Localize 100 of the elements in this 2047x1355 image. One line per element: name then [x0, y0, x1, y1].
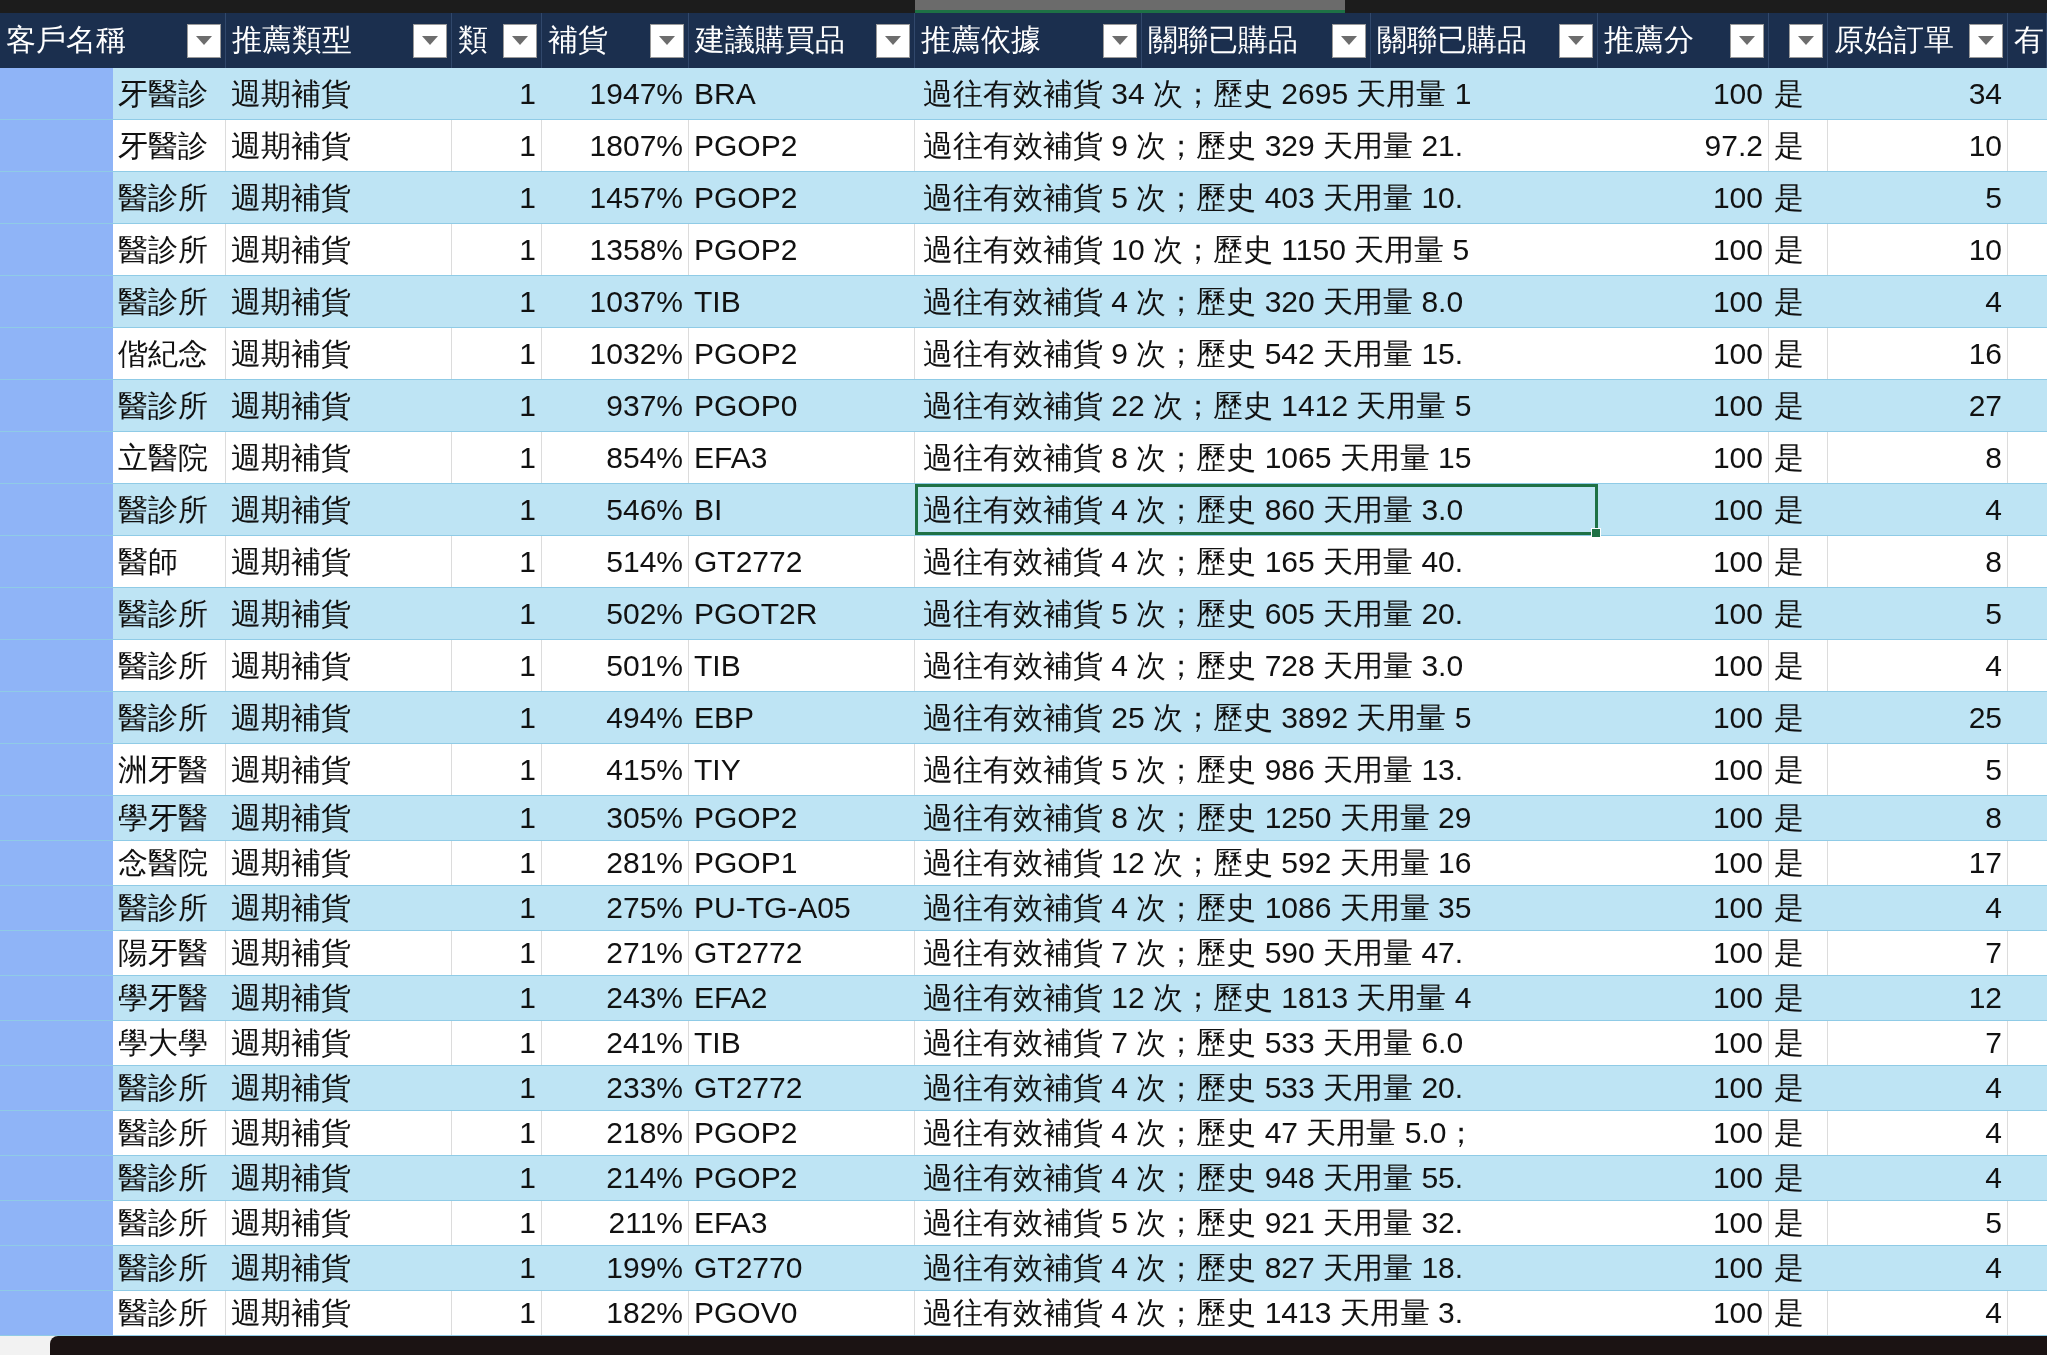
product-code: PGOP2 — [694, 338, 798, 369]
replenish-ratio: 415% — [606, 754, 683, 785]
basis-cell[interactable]: 過往有效補貨 34 次；歷史 2695 天用量 1 — [915, 68, 1598, 119]
column-header: 客戶名稱 — [6, 22, 126, 58]
basis-cell[interactable]: 過往有效補貨 4 次；歷史 860 天用量 3.0 — [915, 484, 1598, 535]
filter-button[interactable] — [503, 24, 537, 58]
score-cell: 100 — [1712, 650, 1763, 681]
recommendation-type: 週期補貨 — [231, 390, 351, 421]
product-code: TIB — [694, 1028, 741, 1058]
basis-cell[interactable]: 過往有效補貨 4 次；歷史 47 天用量 5.0； — [915, 1111, 1598, 1155]
basis-cell[interactable]: 過往有效補貨 4 次；歷史 728 天用量 3.0 — [915, 640, 1598, 691]
flag-cell: 是 — [1774, 182, 1804, 213]
filter-button[interactable] — [187, 24, 221, 58]
replenish-ratio: 199% — [606, 1253, 683, 1283]
filter-button[interactable] — [1559, 24, 1593, 58]
order-count: 8 — [1985, 803, 2002, 833]
basis-cell[interactable]: 過往有效補貨 12 次；歷史 592 天用量 16 — [915, 841, 1598, 885]
order-count: 7 — [1985, 1028, 2002, 1058]
score-cell: 100 — [1712, 1028, 1763, 1058]
recommendation-type: 週期補貨 — [231, 442, 351, 473]
filter-button[interactable] — [650, 24, 684, 58]
filter-button[interactable] — [1730, 24, 1764, 58]
order-count: 34 — [1968, 78, 2002, 109]
category-cell: 1 — [519, 546, 536, 577]
recommendation-type: 週期補貨 — [231, 1298, 351, 1328]
basis-cell[interactable]: 過往有效補貨 5 次；歷史 605 天用量 20. — [915, 588, 1598, 639]
order-count: 4 — [1985, 1298, 2002, 1328]
customer-name: 醫師 — [118, 546, 178, 577]
basis-cell[interactable]: 過往有效補貨 10 次；歷史 1150 天用量 5 — [915, 224, 1598, 275]
flag-cell: 是 — [1774, 848, 1804, 878]
flag-cell: 是 — [1774, 442, 1804, 473]
flag-cell: 是 — [1774, 598, 1804, 629]
basis-cell[interactable]: 過往有效補貨 22 次；歷史 1412 天用量 5 — [915, 380, 1598, 431]
basis-cell[interactable]: 過往有效補貨 4 次；歷史 827 天用量 18. — [915, 1246, 1598, 1290]
category-cell: 1 — [519, 1253, 536, 1283]
order-count: 4 — [1985, 1073, 2002, 1103]
category-cell: 1 — [519, 494, 536, 525]
column-header: 補貨 — [548, 22, 608, 58]
filter-button[interactable] — [413, 24, 447, 58]
filter-button[interactable] — [1969, 24, 2003, 58]
order-count: 17 — [1968, 848, 2002, 878]
flag-cell: 是 — [1774, 78, 1804, 109]
basis-cell[interactable]: 過往有效補貨 5 次；歷史 403 天用量 10. — [915, 172, 1598, 223]
basis-cell[interactable]: 過往有效補貨 25 次；歷史 3892 天用量 5 — [915, 692, 1598, 743]
recommendation-type: 週期補貨 — [231, 1028, 351, 1058]
basis-cell[interactable]: 過往有效補貨 8 次；歷史 1250 天用量 29 — [915, 796, 1598, 840]
replenish-ratio: 275% — [606, 893, 683, 923]
recommendation-type: 週期補貨 — [231, 1253, 351, 1283]
order-count: 4 — [1985, 494, 2002, 525]
customer-name: 醫診所 — [118, 1208, 208, 1238]
category-cell: 1 — [519, 938, 536, 968]
basis-cell[interactable]: 過往有效補貨 5 次；歷史 921 天用量 32. — [915, 1201, 1598, 1245]
filter-button[interactable] — [1789, 24, 1823, 58]
score-cell: 100 — [1712, 338, 1763, 369]
customer-name: 醫診所 — [118, 650, 208, 681]
column-header: 建議購買品 — [695, 22, 845, 58]
basis-cell[interactable]: 過往有效補貨 4 次；歷史 1413 天用量 3. — [915, 1291, 1598, 1335]
recommendation-type: 週期補貨 — [231, 754, 351, 785]
score-cell: 100 — [1712, 1073, 1763, 1103]
product-code: GT2772 — [694, 546, 803, 577]
basis-cell[interactable]: 過往有效補貨 4 次；歷史 533 天用量 20. — [915, 1066, 1598, 1110]
flag-cell: 是 — [1774, 338, 1804, 369]
product-code: TIY — [694, 754, 741, 785]
basis-cell[interactable]: 過往有效補貨 5 次；歷史 986 天用量 13. — [915, 744, 1598, 795]
basis-cell[interactable]: 過往有效補貨 8 次；歷史 1065 天用量 15 — [915, 432, 1598, 483]
basis-cell[interactable]: 過往有效補貨 4 次；歷史 948 天用量 55. — [915, 1156, 1598, 1200]
product-code: GT2772 — [694, 938, 803, 968]
basis-cell[interactable]: 過往有效補貨 9 次；歷史 542 天用量 15. — [915, 328, 1598, 379]
filter-button[interactable] — [1103, 24, 1137, 58]
fill-handle[interactable] — [1591, 528, 1601, 538]
recommendation-type: 週期補貨 — [231, 494, 351, 525]
score-cell: 100 — [1712, 494, 1763, 525]
basis-cell[interactable]: 過往有效補貨 4 次；歷史 1086 天用量 35 — [915, 886, 1598, 930]
customer-name: 醫診所 — [118, 702, 208, 733]
caret-icon — [885, 36, 901, 46]
basis-cell[interactable]: 過往有效補貨 12 次；歷史 1813 天用量 4 — [915, 976, 1598, 1020]
flag-cell: 是 — [1774, 803, 1804, 833]
basis-cell[interactable]: 過往有效補貨 4 次；歷史 320 天用量 8.0 — [915, 276, 1598, 327]
filter-button[interactable] — [876, 24, 910, 58]
replenish-ratio: 241% — [606, 1028, 683, 1058]
basis-cell[interactable]: 過往有效補貨 7 次；歷史 533 天用量 6.0 — [915, 1021, 1598, 1065]
product-code: BI — [694, 494, 723, 525]
flag-cell: 是 — [1774, 1163, 1804, 1193]
category-cell: 1 — [519, 78, 536, 109]
flag-cell: 是 — [1774, 1208, 1804, 1238]
replenish-ratio: 501% — [606, 650, 683, 681]
column-header: 關聯已購品 — [1148, 22, 1298, 58]
replenish-ratio: 514% — [606, 546, 683, 577]
customer-name: 醫診所 — [118, 1163, 208, 1193]
basis-cell[interactable]: 過往有效補貨 7 次；歷史 590 天用量 47. — [915, 931, 1598, 975]
filter-button[interactable] — [1332, 24, 1366, 58]
basis-cell[interactable]: 過往有效補貨 4 次；歷史 165 天用量 40. — [915, 536, 1598, 587]
flag-cell: 是 — [1774, 546, 1804, 577]
product-code: PGOP2 — [694, 130, 798, 161]
basis-cell[interactable]: 過往有效補貨 9 次；歷史 329 天用量 21. — [915, 120, 1598, 171]
product-code: PGOP2 — [694, 803, 798, 833]
order-count: 7 — [1985, 938, 2002, 968]
product-code: PGOP2 — [694, 234, 798, 265]
column-header: 推薦依據 — [921, 22, 1041, 58]
category-cell: 1 — [519, 848, 536, 878]
